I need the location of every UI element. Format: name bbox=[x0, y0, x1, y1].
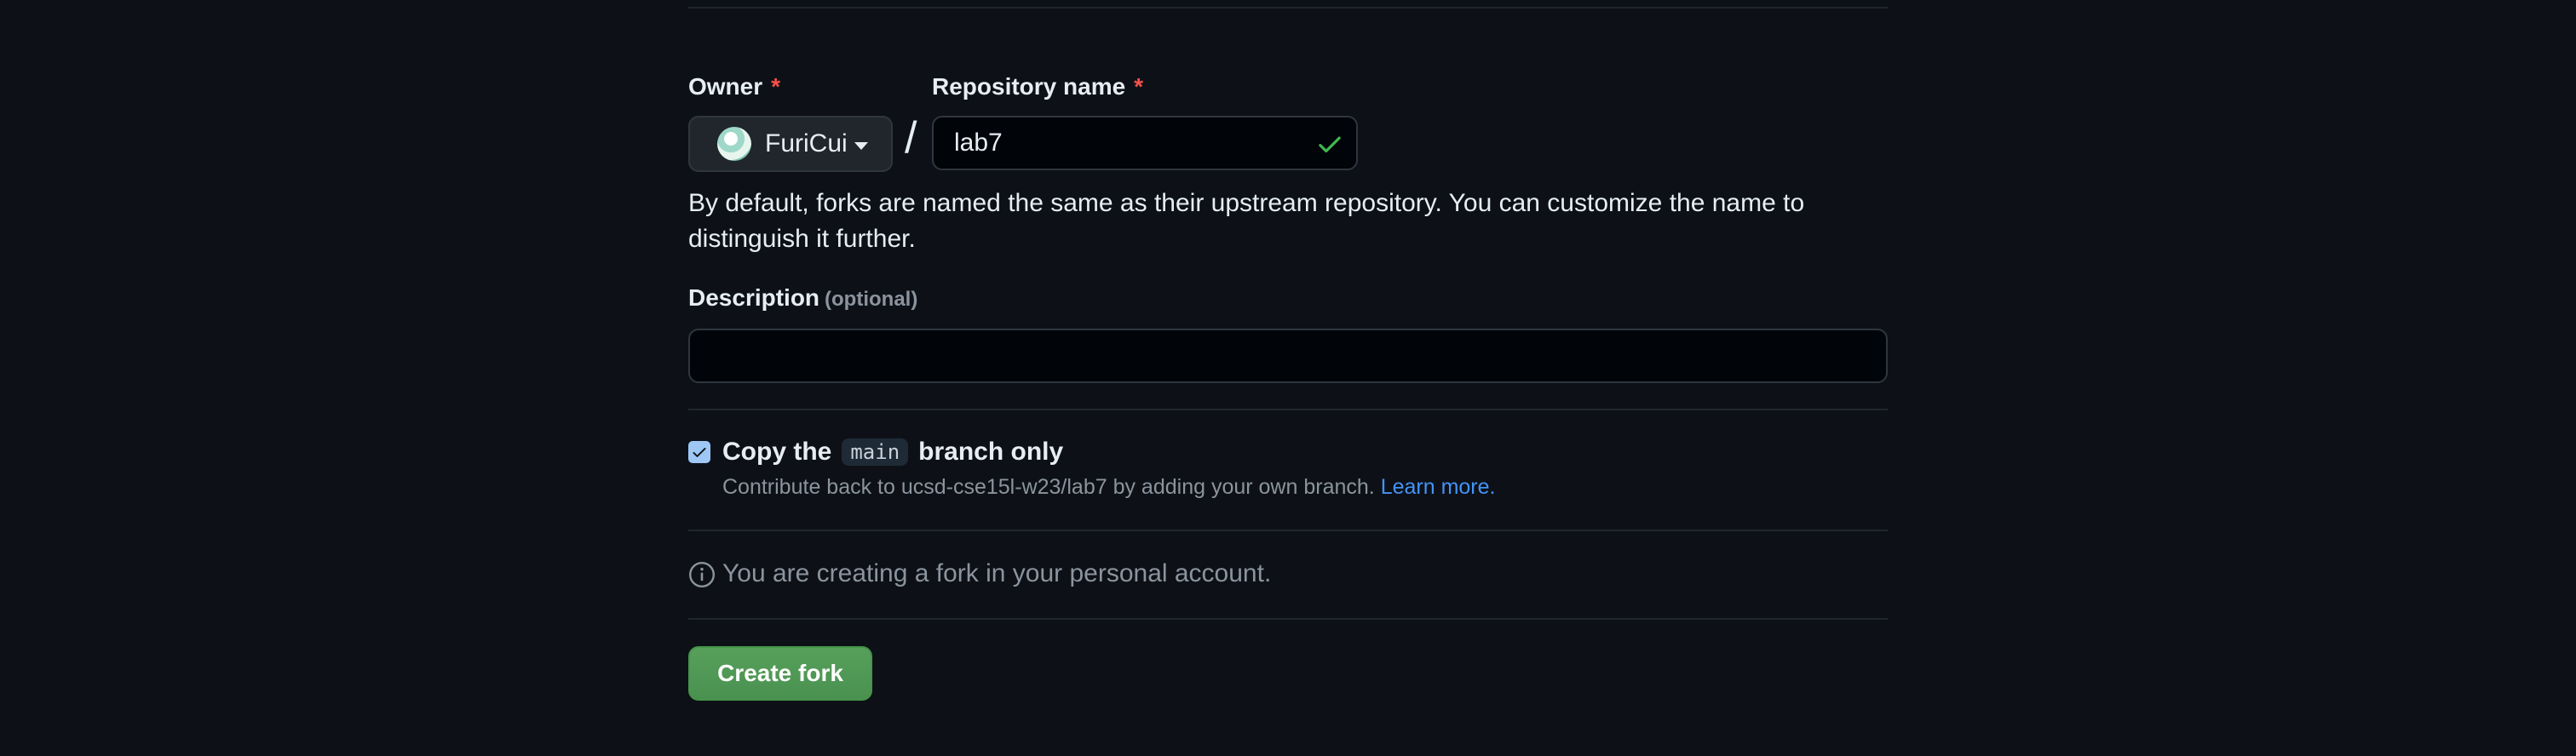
required-mark: * bbox=[771, 73, 781, 100]
caret-down-icon bbox=[854, 141, 868, 150]
check-icon bbox=[1319, 136, 1341, 153]
section-divider bbox=[688, 409, 1888, 410]
fork-form: Owner * FuriCui / Repository name * lab7 B… bbox=[688, 0, 1888, 756]
owner-name: FuriCui bbox=[765, 129, 848, 158]
top-divider bbox=[688, 7, 1888, 9]
required-mark: * bbox=[1134, 73, 1144, 100]
repository-name-input[interactable]: lab7 bbox=[932, 116, 1358, 170]
owner-select-button[interactable]: FuriCui bbox=[688, 116, 893, 172]
owner-repo-separator: / bbox=[905, 113, 917, 163]
owner-label: Owner * bbox=[688, 73, 781, 100]
avatar bbox=[717, 127, 751, 161]
description-label: Description (optional) bbox=[688, 284, 918, 311]
copy-branch-subtext: Contribute back to ucsd-cse15l-w23/lab7 … bbox=[722, 475, 1496, 499]
repository-name-label: Repository name * bbox=[932, 73, 1144, 100]
info-icon bbox=[688, 561, 716, 588]
personal-account-notice: You are creating a fork in your personal… bbox=[722, 559, 1272, 587]
create-fork-button[interactable]: Create fork bbox=[688, 646, 872, 701]
repository-name-value: lab7 bbox=[954, 129, 1003, 157]
section-divider bbox=[688, 618, 1888, 620]
learn-more-link[interactable]: Learn more. bbox=[1381, 475, 1496, 499]
description-input[interactable] bbox=[688, 329, 1888, 383]
copy-main-branch-label[interactable]: Copy the main branch only bbox=[722, 438, 1063, 467]
section-divider bbox=[688, 530, 1888, 531]
optional-label: (optional) bbox=[825, 288, 918, 311]
fork-name-help-text: By default, forks are named the same as … bbox=[688, 189, 1805, 253]
copy-main-branch-checkbox[interactable] bbox=[688, 441, 710, 463]
branch-name-code: main bbox=[842, 438, 909, 466]
checkmark-icon bbox=[693, 448, 706, 457]
